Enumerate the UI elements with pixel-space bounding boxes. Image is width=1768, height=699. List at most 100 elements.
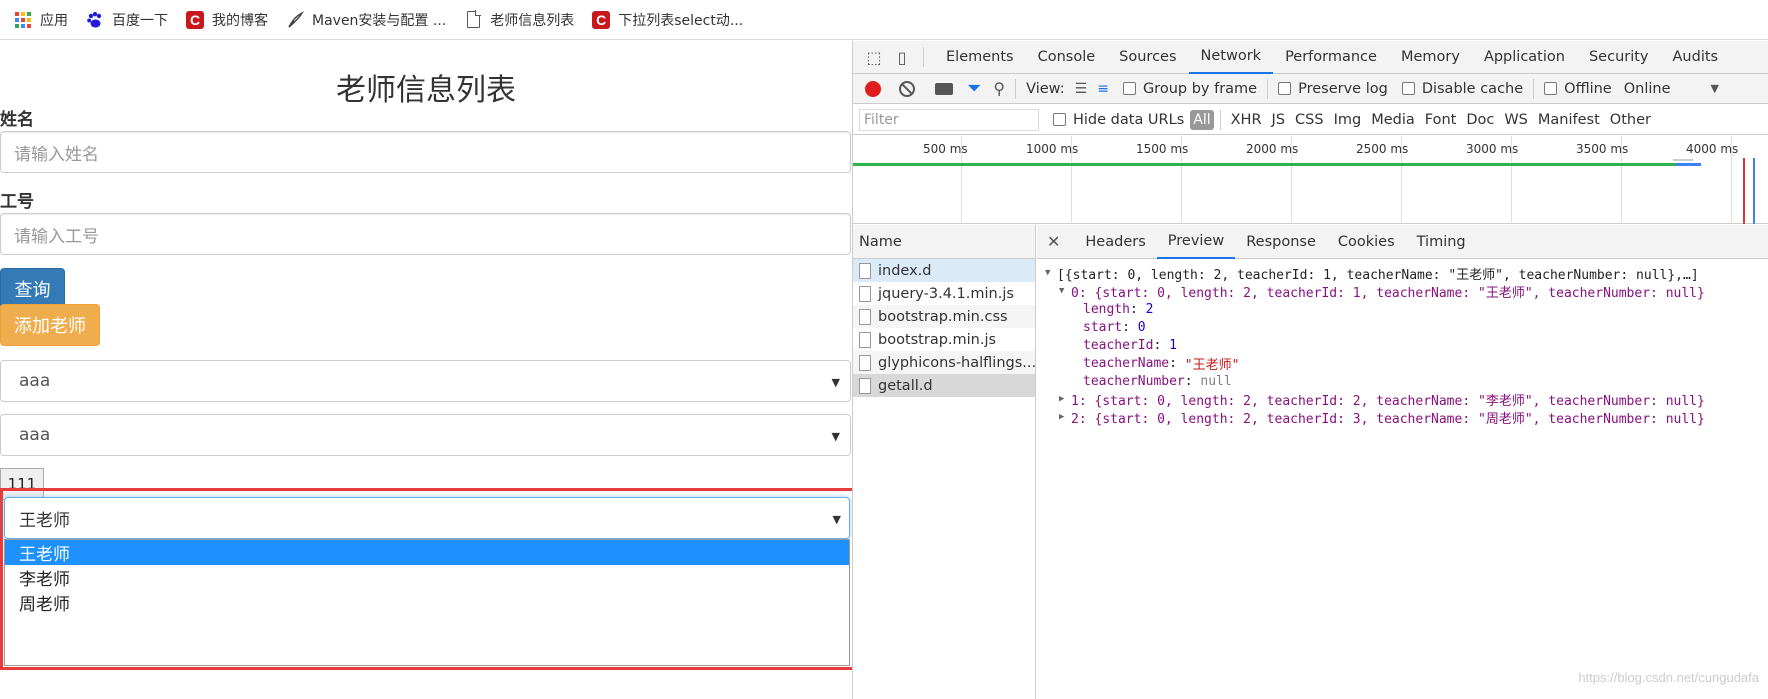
filter-icon[interactable]: ⏷	[967, 78, 981, 99]
type-filter-all[interactable]: All	[1190, 109, 1214, 130]
bookmark-maven[interactable]: Maven安装与配置 ...	[286, 10, 446, 30]
type-filter-media[interactable]: Media	[1371, 112, 1415, 128]
select-1[interactable]: aaa ▼	[0, 360, 851, 402]
select-2[interactable]: aaa ▼	[0, 414, 851, 456]
json-item-row[interactable]: ▼ 0: {start: 0, length: 2, teacherId: 1, …	[1037, 282, 1768, 301]
request-row[interactable]: glyphicons-halflings...	[853, 351, 1035, 374]
type-filter-ws[interactable]: WS	[1504, 112, 1528, 128]
type-filter-font[interactable]: Font	[1425, 112, 1457, 128]
add-teacher-button[interactable]: 添加老师	[0, 304, 100, 346]
name-column-header[interactable]: Name	[853, 225, 1035, 259]
waterfall-icon[interactable]: ≡	[1097, 81, 1109, 97]
tab-security[interactable]: Security	[1577, 41, 1661, 74]
json-key: length	[1083, 301, 1130, 317]
number-placeholder: 请输入工号	[14, 226, 99, 247]
maven-feather-icon	[286, 10, 304, 29]
timeline-request-bar	[1673, 159, 1693, 161]
bookmark-baidu[interactable]: 百度一下	[86, 10, 168, 30]
teacher-select[interactable]: 王老师 ▼	[4, 497, 850, 539]
request-row[interactable]: getall.d	[853, 374, 1035, 397]
group-by-frame-checkbox[interactable]	[1122, 82, 1136, 95]
name-input[interactable]: 请输入姓名	[0, 131, 851, 173]
json-value: 0	[1137, 319, 1146, 335]
caret-down-icon: ▼	[831, 430, 840, 443]
request-row[interactable]: jquery-3.4.1.min.js	[853, 282, 1035, 305]
number-input[interactable]: 请输入工号	[0, 213, 851, 255]
json-root-row[interactable]: ▼ [{start: 0, length: 2, teacherId: 1, te…	[1037, 264, 1768, 283]
bookmark-label: 老师信息列表	[490, 12, 575, 29]
type-filter-js[interactable]: JS	[1272, 112, 1285, 128]
bookmark-select-dynamic[interactable]: C 下拉列表select动...	[592, 10, 743, 30]
json-field-row: start: 0	[1083, 319, 1146, 335]
device-toggle-icon[interactable]: ▯	[891, 46, 913, 68]
timeline-request-bar	[853, 163, 1676, 166]
tab-sources[interactable]: Sources	[1107, 41, 1188, 74]
tab-audits[interactable]: Audits	[1661, 41, 1731, 74]
tab-timing[interactable]: Timing	[1406, 225, 1477, 259]
type-filter-xhr[interactable]: XHR	[1231, 112, 1262, 128]
collapsed-triangle-icon[interactable]: ▶	[1059, 412, 1071, 422]
file-icon	[859, 377, 871, 394]
type-filter-manifest[interactable]: Manifest	[1538, 112, 1600, 128]
query-button[interactable]: 查询	[0, 268, 65, 309]
inspect-element-icon[interactable]: ⬚	[863, 46, 885, 68]
bookmark-my-blog[interactable]: C 我的博客	[186, 10, 268, 30]
tab-network[interactable]: Network	[1188, 40, 1274, 74]
clear-icon[interactable]	[899, 80, 915, 97]
filter-input[interactable]: Filter	[859, 108, 1039, 131]
tab-response[interactable]: Response	[1235, 225, 1327, 259]
tab-application[interactable]: Application	[1472, 41, 1577, 74]
teacher-option[interactable]: 周老师	[5, 590, 849, 615]
tab-console[interactable]: Console	[1026, 41, 1108, 74]
apps-grid-icon	[14, 11, 32, 29]
file-icon	[859, 331, 871, 348]
capture-screenshots-icon[interactable]	[935, 82, 953, 95]
collapsed-triangle-icon[interactable]: ▶	[1059, 394, 1071, 404]
request-name: glyphicons-halflings...	[878, 354, 1035, 371]
preserve-log-checkbox[interactable]	[1278, 82, 1292, 95]
disable-cache-checkbox[interactable]	[1401, 82, 1415, 95]
expanded-triangle-icon[interactable]: ▼	[1045, 268, 1057, 278]
type-filter-img[interactable]: Img	[1334, 112, 1362, 128]
divider	[1219, 109, 1221, 130]
json-key: teacherName	[1083, 355, 1170, 371]
expanded-triangle-icon[interactable]: ▼	[1059, 286, 1071, 296]
bookmark-label: 下拉列表select动...	[618, 12, 744, 29]
disable-cache-label: Disable cache	[1421, 80, 1524, 97]
file-icon	[859, 354, 871, 371]
request-row[interactable]: bootstrap.min.css	[853, 305, 1035, 328]
hide-data-urls-checkbox[interactable]	[1053, 113, 1066, 126]
bookmark-apps[interactable]: 应用	[14, 10, 68, 30]
offline-checkbox[interactable]	[1544, 82, 1558, 95]
type-filter-doc[interactable]: Doc	[1466, 112, 1494, 128]
tab-memory[interactable]: Memory	[1389, 41, 1472, 74]
tick-label: 2000 ms	[1246, 142, 1299, 156]
bookmark-teacher-list[interactable]: 老师信息列表	[464, 10, 574, 30]
json-item-row[interactable]: ▶ 2: {start: 0, length: 2, teacherId: 3, …	[1037, 408, 1768, 427]
json-item-row[interactable]: ▶ 1: {start: 0, length: 2, teacherId: 2, …	[1037, 390, 1768, 409]
tab-elements[interactable]: Elements	[934, 41, 1026, 74]
json-preview: ▼ [{start: 0, length: 2, teacherId: 1, te…	[1037, 259, 1768, 427]
tab-performance[interactable]: Performance	[1273, 41, 1389, 74]
tab-headers[interactable]: Headers	[1074, 225, 1156, 259]
tab-preview[interactable]: Preview	[1156, 224, 1236, 259]
teacher-option[interactable]: 王老师	[5, 540, 849, 565]
filter-placeholder: Filter	[864, 111, 899, 128]
record-icon[interactable]	[865, 80, 881, 97]
divider	[1015, 78, 1017, 99]
tick-label: 3000 ms	[1466, 142, 1519, 156]
offline-label: Offline	[1564, 80, 1612, 97]
teacher-option[interactable]: 李老师	[5, 565, 849, 590]
type-filter-css[interactable]: CSS	[1295, 112, 1324, 128]
network-overview-timeline[interactable]: 500 ms 1000 ms 1500 ms 2000 ms 2500 ms 3…	[853, 136, 1768, 224]
large-rows-icon[interactable]: ☰	[1075, 81, 1088, 97]
search-icon[interactable]: ⚲	[993, 79, 1005, 98]
type-filter-other[interactable]: Other	[1610, 112, 1651, 128]
request-row[interactable]: bootstrap.min.js	[853, 328, 1035, 351]
throttling-select[interactable]: Online	[1624, 81, 1671, 97]
chevron-down-icon[interactable]: ▼	[1711, 82, 1719, 95]
close-icon[interactable]: ✕	[1047, 232, 1060, 251]
request-name: getall.d	[878, 377, 933, 394]
tab-cookies[interactable]: Cookies	[1327, 225, 1406, 259]
request-row[interactable]: index.d	[853, 259, 1035, 282]
